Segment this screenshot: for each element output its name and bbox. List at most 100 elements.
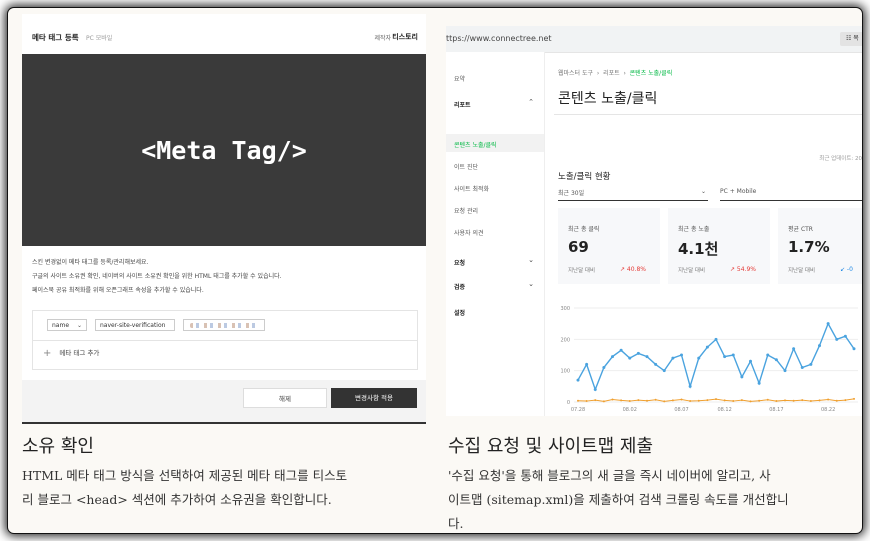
description-line: 페이스북 공유 최적화를 위해 오픈그래프 속성을 추가할 수 있습니다. [32, 287, 204, 294]
url-text[interactable]: ttps://www.connectree.net [446, 34, 552, 43]
data-point [585, 400, 588, 403]
sidebar-item-site-optimization[interactable]: 사이트 최적화 [454, 184, 489, 193]
sidebar-item-report[interactable]: 리포트 [454, 100, 471, 109]
sidebar-item-site-diagnosis[interactable]: 이트 진단 [454, 162, 478, 171]
data-point [749, 359, 752, 363]
data-point [809, 400, 812, 403]
period-select[interactable]: 최근 30일 ⌄ [558, 188, 708, 201]
sidebar-item-summary[interactable]: 요약 [454, 74, 465, 83]
data-point [662, 369, 666, 373]
data-point [835, 337, 839, 341]
last-updated: 최근 업데이트: 20 [819, 156, 862, 162]
y-tick-label: 200 [560, 337, 570, 343]
meta-tag-row: name ⌄ naver-site-verification [33, 311, 417, 341]
data-point [602, 400, 605, 403]
stat-card-ctr: 평균 CTR 1.7% 지난달 대비 ↙ -0 [778, 208, 862, 284]
x-tick-label: 08.22 [821, 407, 835, 413]
data-point [852, 347, 856, 351]
x-tick-label: 08.12 [717, 407, 731, 413]
data-point [740, 375, 744, 379]
data-point [731, 353, 735, 357]
banner-text: <Meta Tag/> [141, 135, 307, 165]
data-point [758, 399, 761, 402]
data-point [826, 322, 830, 326]
x-tick-label: 08.02 [623, 407, 637, 413]
data-point [619, 348, 623, 352]
sidebar-item-request[interactable]: 요청 [454, 258, 465, 267]
redacted-content [190, 323, 260, 328]
y-tick-label: 300 [560, 306, 570, 312]
data-point [663, 400, 666, 403]
author-name: 티스토리 [392, 33, 418, 41]
data-point [766, 353, 770, 357]
meta-tag-screenshot: 메타 태그 등록 PC 모바일 제작자 티스토리 <Meta Tag/> 스킨 … [22, 14, 426, 424]
data-point [818, 399, 821, 402]
data-point [844, 399, 847, 402]
data-point [697, 356, 701, 360]
list-button[interactable]: ☷ 목 [840, 32, 862, 46]
data-point [646, 399, 648, 402]
data-point [843, 334, 847, 338]
data-point [671, 399, 674, 402]
sidebar-item-content-exposure[interactable]: 콘텐츠 노출/클릭 [454, 140, 497, 149]
data-point [723, 355, 727, 359]
data-point [705, 345, 709, 349]
dialog-footer: 해제 변경사항 적용 [22, 380, 426, 422]
data-point [654, 398, 657, 401]
dialog-header: 메타 태그 등록 PC 모바일 제작자 티스토리 [22, 14, 426, 55]
data-point [740, 399, 743, 402]
section-title: 노출/클릭 현황 [558, 172, 611, 182]
description-line: 구글의 사이트 소유권 확인, 네이버의 사이트 소유권 확인을 위한 HTML… [32, 273, 282, 280]
right-caption-title: 수집 요청 및 사이트맵 제출 [448, 436, 654, 457]
sidebar-item-request-manage[interactable]: 요청 관리 [454, 206, 478, 215]
chevron-down-icon: ⌄ [700, 188, 706, 195]
device-select[interactable]: PC + Mobile [720, 188, 862, 201]
data-point [628, 400, 631, 403]
data-point [611, 398, 614, 401]
chevron-down-icon: ⌄ [76, 322, 82, 329]
data-point [593, 387, 597, 391]
author-label: 제작자 [374, 35, 391, 42]
data-point [680, 353, 683, 357]
data-point [801, 399, 804, 402]
apply-changes-button[interactable]: 변경사항 적용 [331, 388, 417, 408]
divider [554, 114, 862, 115]
attribute-select[interactable]: name ⌄ [47, 319, 87, 331]
series-line [577, 322, 855, 392]
data-point [774, 358, 778, 362]
sidebar-item-user-feedback[interactable]: 사용자 의견 [454, 228, 484, 237]
content-value-input[interactable] [183, 319, 265, 331]
add-meta-tag-button[interactable]: + 메타 태그 추가 [43, 347, 99, 359]
data-point [835, 399, 838, 402]
data-point [784, 399, 786, 402]
sidebar-item-verify[interactable]: 검증 [454, 282, 465, 291]
chevron-down-icon: ⌄ [528, 280, 534, 288]
data-point [594, 399, 597, 402]
name-value-input[interactable]: naver-site-verification [95, 319, 175, 331]
sidebar-item-settings[interactable]: 설정 [454, 308, 465, 317]
data-point [637, 399, 640, 402]
sidebar: 요약 리포트 ⌃ 콘텐츠 노출/클릭 이트 진단 사이트 최적화 요청 관리 사… [446, 52, 545, 416]
data-point [688, 384, 692, 388]
exposure-click-chart: 0 100 200 300 07.28 08.02 08.07 08.12 08.17 08.22 [560, 306, 858, 413]
left-caption-title: 소유 확인 [22, 436, 94, 457]
cancel-button[interactable]: 해제 [243, 388, 327, 408]
right-caption-desc: '수집 요청'을 통해 블로그의 새 글을 즉시 네이버에 알리고, 사 이트맵… [448, 468, 789, 531]
left-caption-desc: HTML 메타 태그 방식을 선택하여 제공된 메타 태그를 티스토 리 블로그… [22, 468, 348, 507]
data-point [680, 398, 683, 401]
data-point [715, 398, 717, 401]
data-point [818, 344, 821, 348]
dialog-title: 메타 태그 등록 [32, 33, 79, 42]
data-point [783, 369, 787, 373]
breadcrumb: 웹마스터 도구 › 리포트 › 콘텐츠 노출/클릭 [558, 70, 673, 77]
data-point [714, 337, 718, 341]
data-point [757, 381, 761, 385]
browser-url-bar: ttps://www.connectree.net ☷ 목 [446, 26, 862, 53]
stat-card-impressions: 최근 총 노출 4.1천 지난달 대비 ↗ 54.9% [668, 208, 770, 284]
data-point [706, 399, 709, 402]
description-line: 스킨 변경없이 메타 태그를 등록/관리해보세요. [32, 259, 149, 266]
main-content: 웹마스터 도구 › 리포트 › 콘텐츠 노출/클릭 콘텐츠 노출/클릭 최근 업… [554, 52, 862, 416]
data-point [577, 399, 579, 402]
data-point [585, 362, 589, 366]
data-point [723, 399, 726, 402]
